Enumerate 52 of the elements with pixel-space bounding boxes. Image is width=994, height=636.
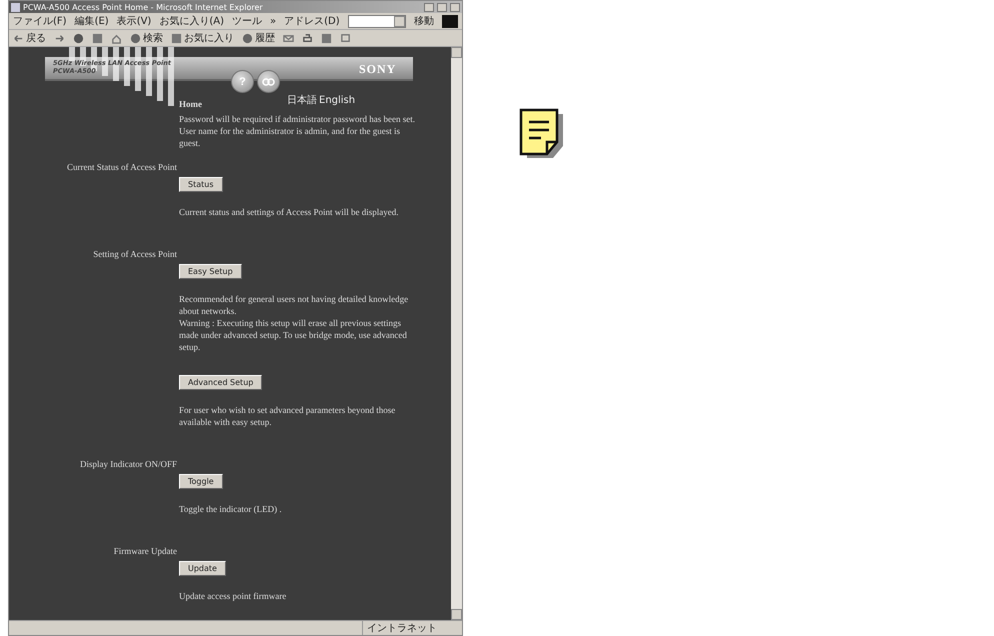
dropdown-button[interactable] bbox=[394, 16, 405, 26]
action-button[interactable]: Status bbox=[179, 177, 222, 192]
section-label: Setting of Access Point bbox=[93, 249, 177, 259]
print-icon[interactable] bbox=[302, 32, 313, 44]
toolbar-button[interactable]: 検索 bbox=[130, 31, 163, 45]
maximize-button[interactable] bbox=[437, 2, 447, 12]
home-icon[interactable] bbox=[111, 32, 122, 44]
intro-text: Password will be required if administrator password has been set. User name for the administrator is admin, and for the guest is guest. bbox=[179, 113, 416, 149]
action-button[interactable]: Update bbox=[179, 561, 226, 576]
language-link[interactable]: English bbox=[319, 95, 356, 107]
scroll-down-button[interactable] bbox=[451, 609, 462, 620]
description-text: For user who wish to set advanced parameters beyond those available with easy setup. bbox=[179, 404, 396, 428]
toolbar-button[interactable]: お気に入り bbox=[171, 31, 234, 45]
page-heading: Home bbox=[179, 98, 202, 110]
browser-logo bbox=[442, 14, 458, 28]
action-button[interactable]: Easy Setup bbox=[179, 264, 242, 279]
forward-icon[interactable] bbox=[54, 32, 65, 44]
address-field[interactable] bbox=[348, 14, 406, 28]
note-icon bbox=[519, 108, 565, 158]
description-text: Toggle the indicator (LED) . bbox=[179, 503, 282, 515]
toolbar-button[interactable]: 履歴 bbox=[242, 31, 275, 45]
section-label: Display Indicator ON/OFF bbox=[80, 459, 177, 469]
menu-item[interactable]: 編集(E) bbox=[74, 14, 109, 28]
close-button[interactable] bbox=[450, 2, 460, 12]
description-text: Current status and settings of Access Point will be displayed. bbox=[179, 206, 398, 218]
zone-label: イントラネット bbox=[362, 621, 462, 635]
action-button[interactable]: Toggle bbox=[179, 474, 223, 489]
menu-item[interactable]: ファイル(F) bbox=[13, 14, 67, 28]
scroll-up-button[interactable] bbox=[451, 47, 462, 58]
chain-icon bbox=[262, 78, 275, 86]
link-button[interactable] bbox=[257, 70, 280, 93]
menu-item[interactable]: 表示(V) bbox=[116, 14, 152, 28]
brand-logo: SONY bbox=[359, 63, 396, 75]
window-title: PCWA-A500 Access Point Home - Microsoft Internet Explorer bbox=[23, 2, 264, 12]
go-button[interactable]: 移動 bbox=[414, 14, 434, 28]
address-label: アドレス(D) bbox=[284, 15, 340, 28]
scrollbar[interactable] bbox=[451, 47, 462, 620]
minimize-button[interactable] bbox=[424, 2, 434, 12]
section-label: Firmware Update bbox=[114, 546, 177, 556]
back-icon[interactable] bbox=[13, 32, 24, 44]
language-link[interactable]: 日本語 bbox=[287, 95, 317, 107]
description-text: Recommended for general users not having detailed knowledge about networks. bbox=[179, 293, 410, 317]
browser-icon bbox=[11, 2, 20, 12]
action-button[interactable]: Advanced Setup bbox=[179, 375, 262, 390]
mail-icon[interactable] bbox=[283, 32, 294, 44]
menu-item[interactable]: お気に入り(A) bbox=[159, 14, 224, 28]
menu-item[interactable]: » bbox=[270, 16, 276, 26]
description-text: Warning : Executing this setup will erase all previous settings made under advanced setup. To use bridge mode, use advanced setup. bbox=[179, 317, 408, 353]
toolbar-button[interactable]: 戻る bbox=[13, 31, 46, 45]
description-text: Update access point firmware bbox=[179, 590, 286, 602]
section-label: Current Status of Access Point bbox=[67, 162, 177, 172]
menu-item[interactable]: ツール bbox=[232, 14, 262, 28]
